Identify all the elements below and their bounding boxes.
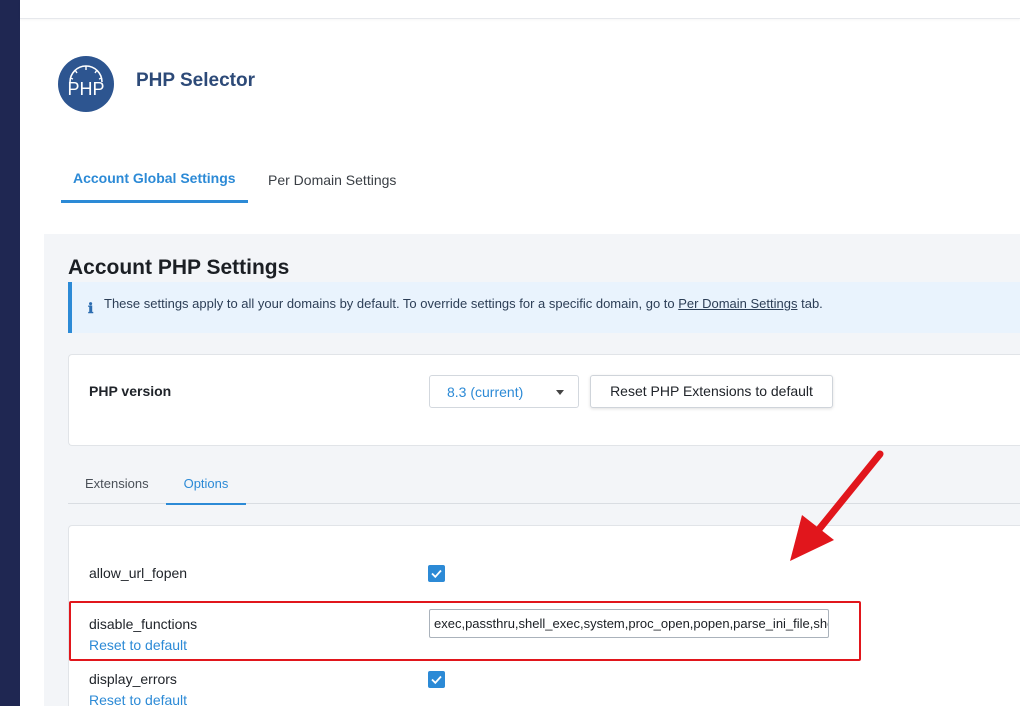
subtab-extensions[interactable]: Extensions [85, 476, 149, 491]
subtab-options[interactable]: Options [166, 476, 246, 505]
info-icon: ℹ [88, 301, 94, 317]
chevron-down-icon [556, 390, 564, 395]
option-name-allow-url-fopen: allow_url_fopen [89, 565, 188, 581]
info-text: These settings apply to all your domains… [104, 296, 823, 311]
allow-url-fopen-checkbox[interactable] [428, 565, 445, 582]
checkmark-icon [431, 675, 442, 685]
php-version-selected: 8.3 (current) [447, 384, 524, 400]
disable-functions-input[interactable]: exec,passthru,shell_exec,system,proc_ope… [429, 609, 829, 638]
php-version-label: PHP version [89, 383, 172, 399]
page-title: PHP Selector [136, 70, 255, 91]
option-name-display-errors: display_errors [89, 671, 177, 687]
top-bar [20, 0, 1020, 19]
option-name-disable-functions: disable_functions [89, 616, 198, 632]
reset-extensions-button[interactable]: Reset PHP Extensions to default [590, 375, 833, 408]
checkmark-icon [431, 569, 442, 579]
disable-functions-reset-link[interactable]: Reset to default [89, 637, 187, 653]
section-title: Account PHP Settings [68, 256, 290, 279]
php-logo-icon: PHP [58, 56, 114, 112]
per-domain-settings-link[interactable]: Per Domain Settings [678, 296, 797, 311]
tab-account-global-settings[interactable]: Account Global Settings [61, 160, 248, 203]
info-text-before: These settings apply to all your domains… [104, 296, 675, 311]
logo-text: PHP [67, 79, 104, 99]
tab-per-domain-settings[interactable]: Per Domain Settings [268, 162, 396, 202]
info-text-after: tab. [801, 296, 823, 311]
left-sidebar-rail [0, 0, 20, 706]
php-version-select[interactable]: 8.3 (current) [429, 375, 579, 408]
display-errors-checkbox[interactable] [428, 671, 445, 688]
red-arrow-annotation-icon [790, 450, 884, 561]
